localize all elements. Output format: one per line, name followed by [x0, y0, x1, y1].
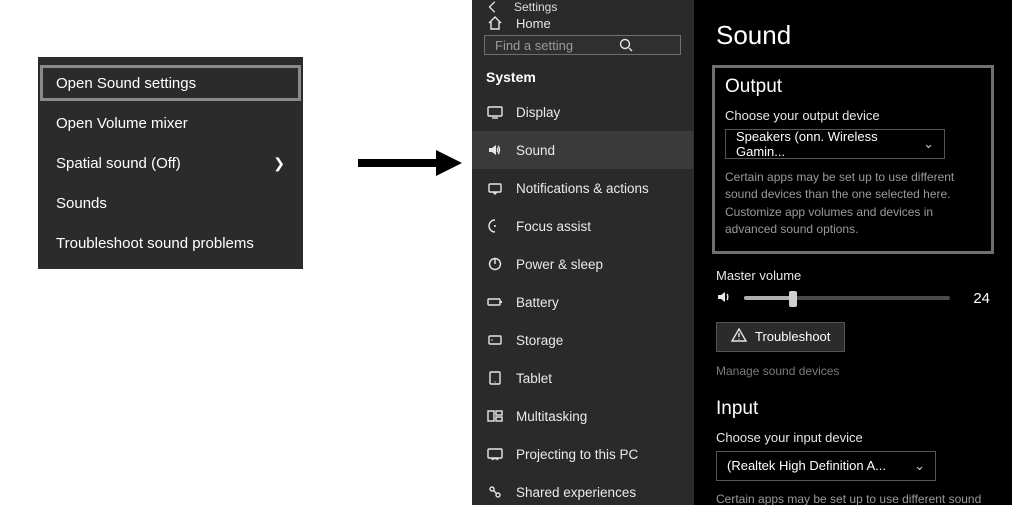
ctx-troubleshoot-sound[interactable]: Troubleshoot sound problems [38, 223, 303, 263]
troubleshoot-label: Troubleshoot [755, 329, 830, 344]
sidebar-item-label: Sound [516, 143, 555, 158]
sidebar-item-battery[interactable]: Battery [472, 283, 693, 321]
sidebar-item-display[interactable]: Display [472, 93, 693, 131]
master-volume-value: 24 [962, 290, 990, 307]
master-volume-slider[interactable] [744, 296, 950, 300]
nav-home[interactable]: Home [472, 14, 693, 32]
sidebar-item-label: Shared experiences [516, 485, 636, 500]
display-icon [486, 103, 504, 121]
ctx-item-label: Open Volume mixer [56, 115, 188, 132]
sidebar-item-label: Storage [516, 333, 563, 348]
sidebar-item-label: Focus assist [516, 219, 591, 234]
window-title: Settings [514, 0, 557, 14]
arrow-right-icon [356, 148, 462, 178]
page-title: Sound [716, 20, 990, 51]
ctx-item-label: Troubleshoot sound problems [56, 235, 254, 252]
master-volume-row: 24 [716, 289, 990, 308]
ctx-open-sound-settings[interactable]: Open Sound settings [38, 63, 303, 103]
notifications-icon [486, 179, 504, 197]
sidebar-item-label: Multitasking [516, 409, 587, 424]
input-hint: Certain apps may be set up to use differ… [716, 491, 990, 505]
ctx-spatial-sound[interactable]: Spatial sound (Off) ❯ [38, 143, 303, 183]
sidebar-item-label: Battery [516, 295, 559, 310]
nav-home-label: Home [516, 16, 551, 31]
speaker-icon[interactable] [716, 289, 732, 308]
sidebar-item-label: Tablet [516, 371, 552, 386]
home-icon [486, 14, 504, 32]
sidebar-item-label: Display [516, 105, 560, 120]
sidebar-item-tablet[interactable]: Tablet [472, 359, 693, 397]
output-choose-label: Choose your output device [725, 108, 981, 123]
storage-icon [486, 331, 504, 349]
search-placeholder: Find a setting [495, 38, 583, 53]
ctx-item-label: Sounds [56, 195, 107, 212]
ctx-item-label: Open Sound settings [56, 75, 196, 92]
chevron-down-icon: ⌄ [923, 136, 934, 152]
sidebar-nav-list: Display Sound Notifications & actions Focus… [472, 93, 693, 511]
sidebar-group-label: System [472, 65, 693, 93]
output-hint: Certain apps may be set up to use differ… [725, 169, 981, 239]
sidebar-item-storage[interactable]: Storage [472, 321, 693, 359]
output-device-selected: Speakers (onn. Wireless Gamin... [736, 129, 923, 159]
sidebar-item-label: Projecting to this PC [516, 447, 638, 462]
warning-icon [731, 327, 747, 346]
sound-tray-context-menu: Open Sound settings Open Volume mixer Sp… [38, 57, 303, 269]
sidebar-item-power[interactable]: Power & sleep [472, 245, 693, 283]
master-volume-label: Master volume [716, 268, 990, 283]
output-heading: Output [725, 76, 981, 98]
multitasking-icon [486, 407, 504, 425]
shared-icon [486, 483, 504, 501]
sound-icon [486, 141, 504, 159]
input-device-selected: (Realtek High Definition A... [727, 458, 886, 473]
sidebar-item-label: Power & sleep [516, 257, 603, 272]
sidebar-item-notifications[interactable]: Notifications & actions [472, 169, 693, 207]
sidebar-item-sound[interactable]: Sound [472, 131, 693, 169]
back-button[interactable] [486, 0, 500, 14]
ctx-sounds[interactable]: Sounds [38, 183, 303, 223]
input-heading: Input [716, 398, 990, 420]
sidebar-item-shared[interactable]: Shared experiences [472, 473, 693, 511]
battery-icon [486, 293, 504, 311]
chevron-down-icon: ⌄ [914, 458, 925, 474]
output-device-select[interactable]: Speakers (onn. Wireless Gamin... ⌄ [725, 129, 945, 159]
chevron-right-icon: ❯ [273, 155, 285, 172]
sidebar-item-projecting[interactable]: Projecting to this PC [472, 435, 693, 473]
settings-sidebar: Settings Home Find a setting System Disp… [472, 0, 694, 505]
sidebar-item-label: Notifications & actions [516, 181, 649, 196]
sidebar-item-focus[interactable]: Focus assist [472, 207, 693, 245]
ctx-open-volume-mixer[interactable]: Open Volume mixer [38, 103, 303, 143]
settings-titlebar: Settings [472, 0, 693, 14]
search-icon [583, 36, 671, 54]
settings-main-panel: Sound Output Choose your output device S… [694, 0, 1012, 505]
focus-icon [486, 217, 504, 235]
ctx-item-label: Spatial sound (Off) [56, 155, 181, 172]
power-icon [486, 255, 504, 273]
settings-window: Settings Home Find a setting System Disp… [472, 0, 1012, 505]
search-input[interactable]: Find a setting [484, 35, 681, 55]
manage-sound-devices-link[interactable]: Manage sound devices [716, 364, 990, 378]
sidebar-item-multitasking[interactable]: Multitasking [472, 397, 693, 435]
input-device-select[interactable]: (Realtek High Definition A... ⌄ [716, 451, 936, 481]
troubleshoot-button[interactable]: Troubleshoot [716, 322, 845, 352]
tablet-icon [486, 369, 504, 387]
output-section-highlight: Output Choose your output device Speaker… [712, 65, 994, 254]
input-choose-label: Choose your input device [716, 430, 990, 445]
projecting-icon [486, 445, 504, 463]
